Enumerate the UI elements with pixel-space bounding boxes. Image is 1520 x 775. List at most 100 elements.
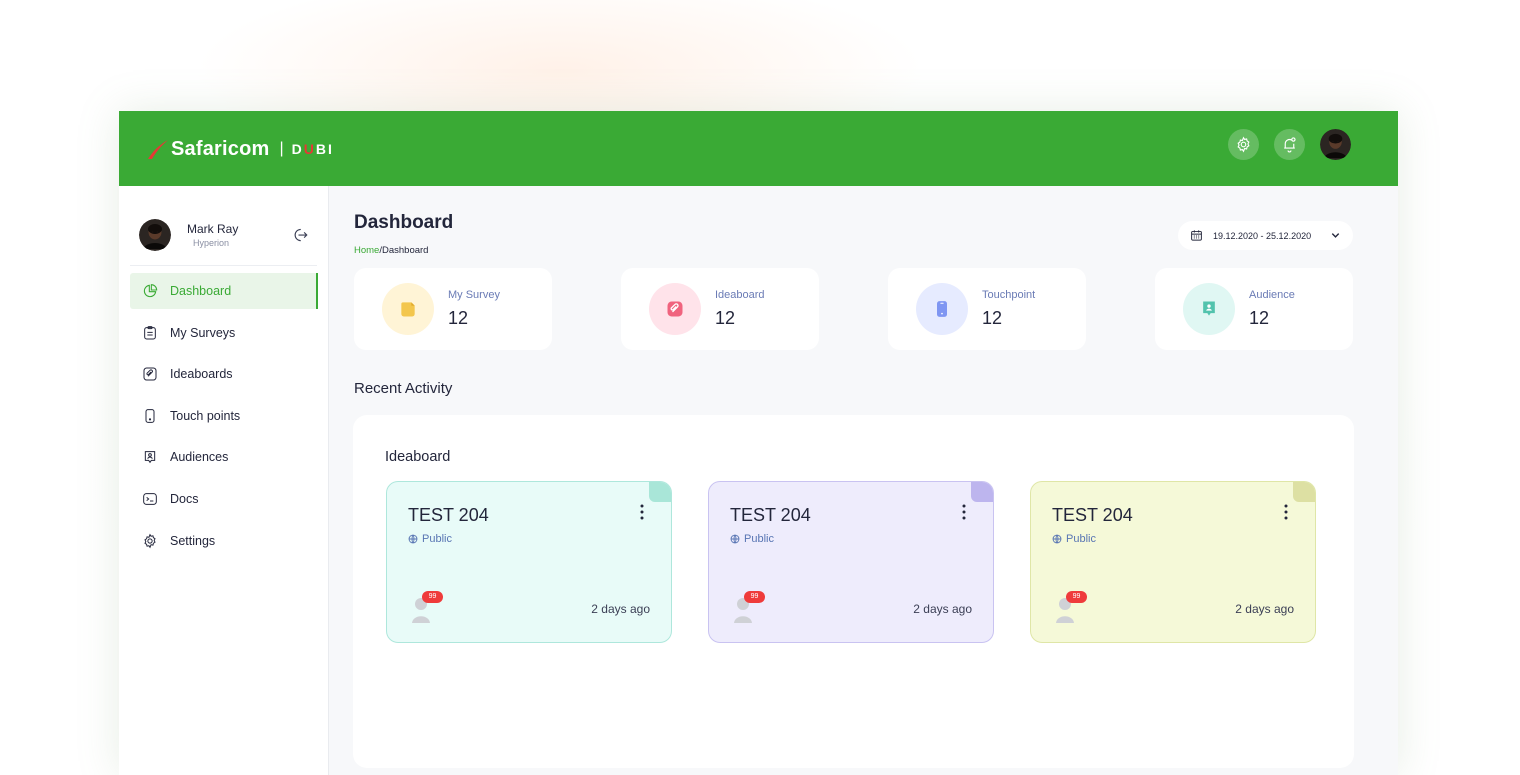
sidebar-item-ideaboards[interactable]: Ideaboards [130,356,318,392]
more-vertical-icon[interactable] [1283,504,1289,520]
product-name: DUBI [292,141,334,157]
recent-activity-title: Recent Activity [354,380,453,397]
card-title: TEST 204 [408,505,489,525]
pie-chart-icon [143,284,158,298]
visibility-text: Public [744,533,774,545]
gear-icon [144,533,156,548]
globe-icon [408,534,418,544]
product-name-start: D [291,141,304,157]
visibility-text: Public [422,533,452,545]
notification-badge: 99 [744,591,765,603]
phone-icon [937,301,947,317]
settings-button[interactable] [1228,129,1259,160]
more-vertical-icon[interactable] [961,504,967,520]
profile-avatar[interactable] [139,219,171,251]
bell-icon [1284,137,1296,153]
stat-value: 12 [1249,308,1270,328]
sidebar-divider [130,265,317,266]
phone-icon [145,408,155,423]
stat-card-audience[interactable]: Audience 12 [1155,268,1353,350]
stat-icon-circle [649,283,701,335]
sidebar-item-label: Docs [170,491,199,506]
terminal-icon [143,493,157,505]
product-name-accent: U [303,141,316,157]
sidebar-item-label: Dashboard [170,284,232,298]
sidebar-item-audiences[interactable]: Audiences [130,439,318,475]
ideaboard-card[interactable]: TEST 204 Public 99 2 days ago [386,481,672,643]
sidebar: Mark Ray Hyperion Dashboard My Surveys I… [119,186,329,775]
card-title: TEST 204 [1052,505,1133,525]
sidebar-item-settings[interactable]: Settings [130,523,318,559]
ideaboard-section-title: Ideaboard [385,449,451,465]
corner-fold [971,482,993,502]
sidebar-nav: Dashboard My Surveys Ideaboards Touch po… [130,273,318,564]
top-bar: Safaricom | DUBI [119,111,1398,186]
brand-name: Safaricom [171,137,270,160]
product-name-end: BI [315,141,334,157]
sidebar-item-label: Audiences [170,450,229,465]
safaricom-swoosh-icon [148,140,168,159]
breadcrumb: Home/Dashboard [354,245,428,256]
visibility-label: Public [730,533,774,545]
recent-activity-panel: Ideaboard TEST 204 Public 99 2 days ago … [353,415,1354,768]
breadcrumb-current: Dashboard [381,245,429,256]
card-timestamp: 2 days ago [1235,602,1294,616]
logout-icon[interactable] [291,226,309,244]
stat-label: Audience [1249,289,1295,301]
stat-icon-circle [916,283,968,335]
audience-icon [1203,301,1215,316]
stat-label: My Survey [448,289,500,301]
stat-card-ideaboard[interactable]: Ideaboard 12 [621,268,819,350]
date-range-picker[interactable]: 19.12.2020 - 25.12.2020 [1178,221,1353,250]
sidebar-item-touch-points[interactable]: Touch points [130,398,318,434]
audience-icon [144,451,156,464]
stat-label: Ideaboard [715,289,765,301]
user-profile: Mark Ray Hyperion [139,219,309,251]
stat-value: 12 [715,308,736,328]
calendar-icon [1191,230,1202,241]
stat-icon-circle [1183,283,1235,335]
avatar-image [139,219,171,251]
gear-icon [1237,136,1250,153]
stat-card-touchpoint[interactable]: Touchpoint 12 [888,268,1086,350]
notifications-button[interactable] [1274,129,1305,160]
sidebar-item-dashboard[interactable]: Dashboard [130,273,318,309]
brand-separator: | [279,140,284,157]
stat-icon-circle [382,283,434,335]
card-timestamp: 2 days ago [591,602,650,616]
card-title: TEST 204 [730,505,811,525]
ideaboard-card[interactable]: TEST 204 Public 99 2 days ago [708,481,994,643]
visibility-label: Public [1052,533,1096,545]
sidebar-item-label: My Surveys [170,325,236,340]
globe-icon [1052,534,1062,544]
stat-value: 12 [982,308,1003,328]
user-avatar[interactable] [1320,129,1351,160]
notification-badge: 99 [422,591,443,603]
brand-logo[interactable]: Safaricom | DUBI [147,136,334,162]
visibility-label: Public [408,533,452,545]
sidebar-item-docs[interactable]: Docs [130,481,318,517]
page-title: Dashboard [354,212,454,233]
chevron-down-icon [1331,233,1340,238]
corner-fold [649,482,671,502]
app-window: Safaricom | DUBI Mark Ray Hyperion Dashb… [119,111,1398,775]
stat-label: Touchpoint [982,289,1036,301]
stat-card-my-survey[interactable]: My Survey 12 [354,268,552,350]
top-actions [1228,129,1351,160]
sidebar-item-my-surveys[interactable]: My Surveys [130,315,318,351]
sidebar-item-label: Settings [170,533,216,548]
globe-icon [730,534,740,544]
survey-icon [144,325,156,340]
corner-fold [1293,482,1315,502]
ideaboard-icon [143,367,157,381]
visibility-text: Public [1066,533,1096,545]
profile-org: Hyperion [193,238,230,248]
sidebar-item-label: Touch points [170,408,241,423]
avatar-image [1320,129,1351,160]
card-timestamp: 2 days ago [913,602,972,616]
more-vertical-icon[interactable] [639,504,645,520]
ideaboard-card[interactable]: TEST 204 Public 99 2 days ago [1030,481,1316,643]
survey-icon [401,302,415,317]
stat-value: 12 [448,308,469,328]
breadcrumb-home[interactable]: Home [354,245,379,256]
